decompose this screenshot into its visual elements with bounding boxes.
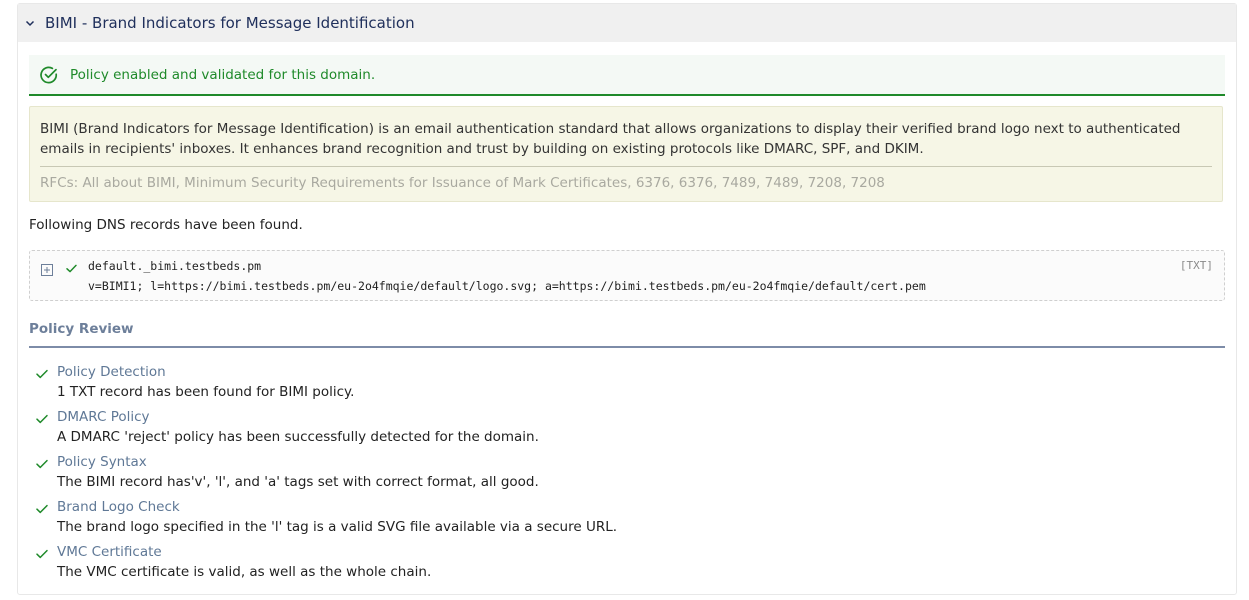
check-circle-icon: [39, 65, 59, 85]
review-item-title[interactable]: DMARC Policy: [57, 409, 150, 425]
check-icon: [35, 546, 49, 560]
check-icon: [35, 456, 49, 470]
check-icon: [35, 411, 49, 425]
panel-title: BIMI - Brand Indicators for Message Iden…: [45, 14, 415, 32]
review-item: VMC Certificate The VMC certificate is v…: [29, 542, 1225, 587]
policy-review-title: Policy Review: [29, 321, 1225, 348]
review-item-desc: The BIMI record has'v', 'l', and 'a' tag…: [57, 474, 539, 490]
info-divider: [40, 166, 1212, 167]
record-value: v=BIMI1; l=https://bimi.testbeds.pm/eu-2…: [88, 279, 926, 293]
check-icon: [35, 366, 49, 380]
info-box: BIMI (Brand Indicators for Message Ident…: [29, 106, 1223, 202]
record-name: default._bimi.testbeds.pm: [88, 259, 262, 273]
review-item: DMARC Policy A DMARC 'reject' policy has…: [29, 407, 1225, 452]
review-item-desc: 1 TXT record has been found for BIMI pol…: [57, 384, 355, 400]
check-icon: [65, 260, 78, 273]
review-item-desc: A DMARC 'reject' policy has been success…: [57, 429, 539, 445]
chevron-down-icon[interactable]: [23, 16, 37, 30]
review-item-desc: The VMC certificate is valid, as well as…: [57, 564, 432, 580]
review-item-title[interactable]: Brand Logo Check: [57, 499, 180, 515]
record-type: [TXT]: [1179, 259, 1213, 272]
info-rfcs: RFCs: All about BIMI, Minimum Security R…: [40, 175, 885, 191]
check-icon: [35, 501, 49, 515]
review-item-title[interactable]: VMC Certificate: [57, 544, 162, 560]
records-found-text: Following DNS records have been found.: [29, 217, 303, 233]
dns-record: default._bimi.testbeds.pm v=BIMI1; l=htt…: [29, 250, 1225, 301]
review-item-title[interactable]: Policy Detection: [57, 364, 166, 380]
status-bar: Policy enabled and validated for this do…: [29, 55, 1225, 96]
review-item-desc: The brand logo specified in the 'l' tag …: [57, 519, 618, 535]
review-item: Policy Detection 1 TXT record has been f…: [29, 362, 1225, 407]
review-item: Brand Logo Check The brand logo specifie…: [29, 497, 1225, 542]
review-item: Policy Syntax The BIMI record has'v', 'l…: [29, 452, 1225, 497]
status-text: Policy enabled and validated for this do…: [70, 66, 376, 83]
bimi-panel: BIMI - Brand Indicators for Message Iden…: [17, 3, 1237, 595]
policy-review-list: Policy Detection 1 TXT record has been f…: [29, 362, 1225, 587]
info-description: BIMI (Brand Indicators for Message Ident…: [40, 121, 1181, 157]
expand-icon[interactable]: [41, 261, 53, 276]
review-item-title[interactable]: Policy Syntax: [57, 454, 147, 470]
bimi-panel-header[interactable]: BIMI - Brand Indicators for Message Iden…: [18, 4, 1236, 42]
